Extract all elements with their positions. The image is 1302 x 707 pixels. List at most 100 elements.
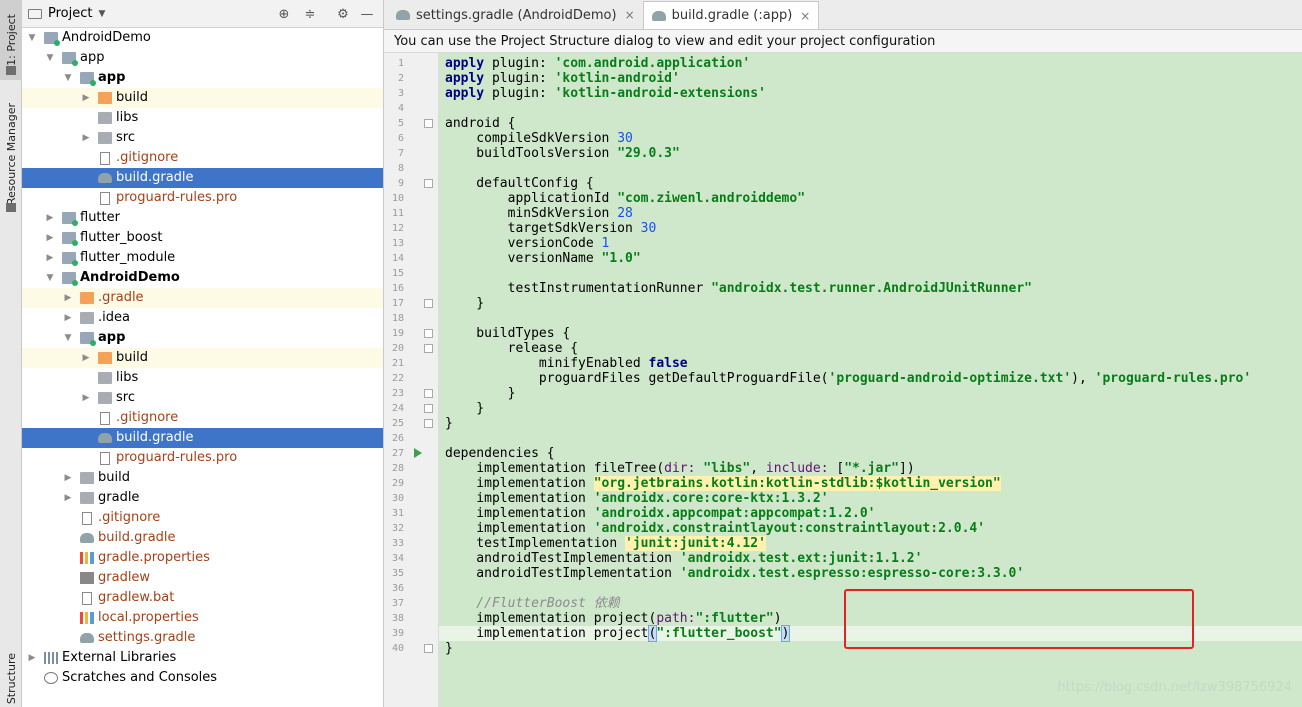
close-icon[interactable]: × xyxy=(625,8,635,22)
code-line[interactable]: //FlutterBoost 依赖 xyxy=(445,596,619,611)
tree-item[interactable]: ▶ build xyxy=(22,468,383,488)
hide-icon[interactable]: — xyxy=(359,6,375,22)
tree-item[interactable]: .gitignore xyxy=(22,148,383,168)
tree-item[interactable]: gradlew.bat xyxy=(22,588,383,608)
code-line[interactable]: implementation 'androidx.constraintlayou… xyxy=(445,521,985,536)
code-line[interactable]: android { xyxy=(445,116,515,131)
project-view-selector[interactable]: Project xyxy=(48,6,92,21)
tree-item[interactable]: libs xyxy=(22,108,383,128)
collapsed-arrow-icon[interactable]: ▶ xyxy=(44,253,56,263)
code-line[interactable]: buildTypes { xyxy=(445,326,570,341)
tree-item[interactable]: ▶ flutter_boost xyxy=(22,228,383,248)
code-line[interactable]: } xyxy=(445,641,453,656)
code-line[interactable]: androidTestImplementation 'androidx.test… xyxy=(445,551,922,566)
code-line[interactable]: } xyxy=(445,386,516,401)
collapsed-arrow-icon[interactable]: ▶ xyxy=(62,493,74,503)
tree-item[interactable]: ▶ build xyxy=(22,88,383,108)
tree-item[interactable]: ▶ build xyxy=(22,348,383,368)
expanded-arrow-icon[interactable]: ▼ xyxy=(44,273,56,283)
code-line[interactable]: applicationId "com.ziwenl.androiddemo" xyxy=(445,191,805,206)
chevron-down-icon[interactable]: ▼ xyxy=(98,9,105,19)
code-line[interactable]: testInstrumentationRunner "androidx.test… xyxy=(445,281,1032,296)
tree-item[interactable]: ▶ src xyxy=(22,388,383,408)
gear-icon[interactable]: ⚙ xyxy=(335,6,351,22)
tree-item[interactable]: ▶ flutter_module xyxy=(22,248,383,268)
code-line[interactable]: apply plugin: 'com.android.application' xyxy=(445,56,750,71)
code-line[interactable]: implementation "org.jetbrains.kotlin:kot… xyxy=(445,476,1001,491)
tree-item[interactable]: .gitignore xyxy=(22,508,383,528)
tree-item[interactable]: ▶ .gradle xyxy=(22,288,383,308)
tree-item[interactable]: ▼ app xyxy=(22,48,383,68)
collapsed-arrow-icon[interactable]: ▶ xyxy=(62,293,74,303)
structure-tab[interactable]: Structure xyxy=(0,650,22,707)
collapsed-arrow-icon[interactable]: ▶ xyxy=(80,133,92,143)
tree-item[interactable]: proguard-rules.pro xyxy=(22,188,383,208)
tree-item[interactable]: ▶ flutter xyxy=(22,208,383,228)
collapsed-arrow-icon[interactable]: ▶ xyxy=(62,313,74,323)
tree-item[interactable]: ▼ AndroidDemo xyxy=(22,268,383,288)
code-line[interactable]: testImplementation 'junit:junit:4.12' xyxy=(445,536,766,551)
fold-marker-icon[interactable] xyxy=(424,389,433,398)
code-line[interactable]: dependencies { xyxy=(445,446,555,461)
code-line[interactable]: versionCode 1 xyxy=(445,236,610,251)
tree-item[interactable]: ▼ AndroidDemo xyxy=(22,28,383,48)
resource-manager-tab[interactable]: Resource Manager xyxy=(0,92,22,217)
tree-item[interactable]: libs xyxy=(22,368,383,388)
tree-item[interactable]: ▼ app xyxy=(22,328,383,348)
collapsed-arrow-icon[interactable]: ▶ xyxy=(62,473,74,483)
code-line[interactable]: minifyEnabled false xyxy=(445,356,688,371)
tree-item[interactable]: build.gradle xyxy=(22,168,383,188)
tree-item[interactable]: gradlew xyxy=(22,568,383,588)
code-line[interactable]: implementation 'androidx.appcompat:appco… xyxy=(445,506,875,521)
tree-item[interactable]: local.properties xyxy=(22,608,383,628)
code-line[interactable]: androidTestImplementation 'androidx.test… xyxy=(445,566,1024,581)
code-line[interactable]: compileSdkVersion 30 xyxy=(445,131,633,146)
fold-marker-icon[interactable] xyxy=(424,329,433,338)
tree-item[interactable]: gradle.properties xyxy=(22,548,383,568)
code-line[interactable]: implementation 'androidx.core:core-ktx:1… xyxy=(445,491,828,506)
collapse-all-icon[interactable]: ≑ xyxy=(302,6,318,22)
code-line[interactable]: versionName "1.0" xyxy=(445,251,641,266)
code-line[interactable]: implementation project(path:":flutter") xyxy=(445,611,781,626)
tree-item[interactable]: ▶ .idea xyxy=(22,308,383,328)
tree-item[interactable]: Scratches and Consoles xyxy=(22,668,383,688)
tree-item[interactable]: build.gradle xyxy=(22,528,383,548)
code-line[interactable]: apply plugin: 'kotlin-android' xyxy=(445,71,680,86)
collapsed-arrow-icon[interactable]: ▶ xyxy=(80,393,92,403)
run-icon[interactable] xyxy=(414,448,422,458)
code-line[interactable]: } xyxy=(445,416,453,431)
fold-marker-icon[interactable] xyxy=(424,404,433,413)
code-line[interactable]: buildToolsVersion "29.0.3" xyxy=(445,146,680,161)
tree-item[interactable]: proguard-rules.pro xyxy=(22,448,383,468)
code-line[interactable]: minSdkVersion 28 xyxy=(445,206,633,221)
fold-marker-icon[interactable] xyxy=(424,299,433,308)
collapsed-arrow-icon[interactable]: ▶ xyxy=(44,213,56,223)
tree-item[interactable]: ▶ gradle xyxy=(22,488,383,508)
tree-item[interactable]: ▶ src xyxy=(22,128,383,148)
expanded-arrow-icon[interactable]: ▼ xyxy=(62,73,74,83)
expanded-arrow-icon[interactable]: ▼ xyxy=(44,53,56,63)
expanded-arrow-icon[interactable]: ▼ xyxy=(62,333,74,343)
code-line[interactable]: implementation fileTree(dir: "libs", inc… xyxy=(445,461,914,476)
code-line[interactable]: release { xyxy=(445,341,578,356)
fold-marker-icon[interactable] xyxy=(424,119,433,128)
expanded-arrow-icon[interactable]: ▼ xyxy=(26,33,38,43)
editor-tab[interactable]: build.gradle (:app) × xyxy=(642,1,820,29)
code-line[interactable]: } xyxy=(445,401,484,416)
code-line[interactable]: proguardFiles getDefaultProguardFile('pr… xyxy=(445,371,1251,386)
code-line[interactable]: } xyxy=(445,296,484,311)
fold-marker-icon[interactable] xyxy=(424,644,433,653)
fold-marker-icon[interactable] xyxy=(424,419,433,428)
collapsed-arrow-icon[interactable]: ▶ xyxy=(26,653,38,663)
tree-item[interactable]: settings.gradle xyxy=(22,628,383,648)
collapsed-arrow-icon[interactable]: ▶ xyxy=(80,93,92,103)
code-line[interactable]: targetSdkVersion 30 xyxy=(445,221,657,236)
fold-marker-icon[interactable] xyxy=(424,179,433,188)
tree-item[interactable]: build.gradle xyxy=(22,428,383,448)
tree-item[interactable]: .gitignore xyxy=(22,408,383,428)
locate-icon[interactable]: ⊕ xyxy=(276,6,292,22)
collapsed-arrow-icon[interactable]: ▶ xyxy=(44,233,56,243)
tree-item[interactable]: ▶ External Libraries xyxy=(22,648,383,668)
fold-marker-icon[interactable] xyxy=(424,344,433,353)
close-icon[interactable]: × xyxy=(800,9,810,23)
